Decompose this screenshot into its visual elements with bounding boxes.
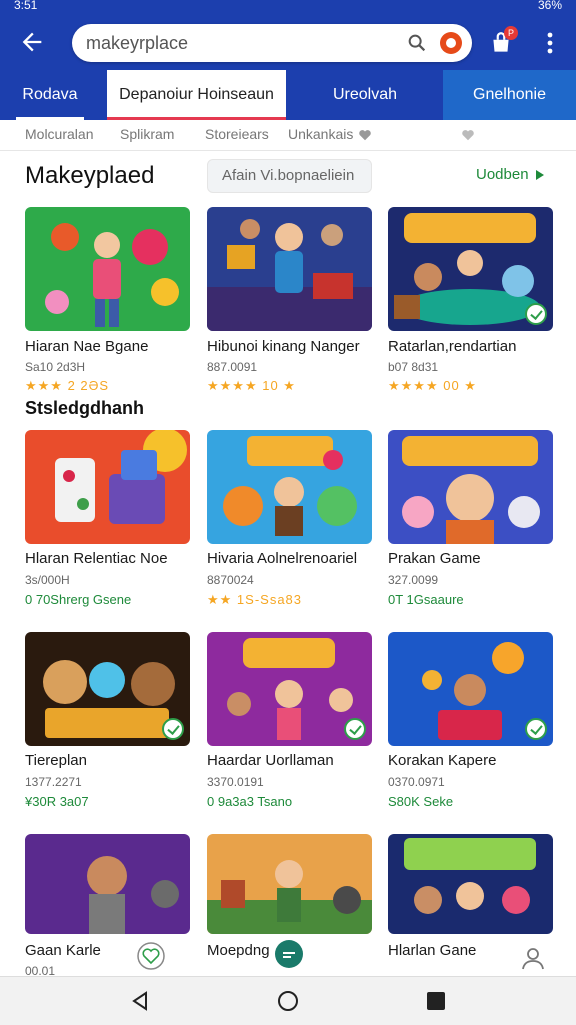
heart-icon[interactable] — [461, 128, 475, 142]
game-thumbnail[interactable] — [388, 207, 553, 331]
game-price: b07 8d31 — [388, 360, 439, 374]
game-title: Hibunoi kinang Nanger — [207, 338, 360, 355]
tab-gnelhonie[interactable]: Gnelhonie — [443, 70, 576, 120]
game-rating: ★★★★ 00 ★ — [388, 378, 477, 393]
game-thumbnail[interactable] — [25, 632, 190, 746]
search-input[interactable]: makeyrplace — [86, 33, 188, 54]
tab-bar: Rodava Depanoiur Hoinseaun Ureolvah Gnel… — [0, 70, 576, 120]
section-subheading: Stsledgdhanh — [25, 398, 145, 418]
filter-row: Molcuralan Splikram Storeiears Unkankais — [0, 120, 576, 151]
section-filter-input[interactable]: Afain Vi.bopnaeliein — [207, 159, 372, 193]
system-nav-bar — [0, 976, 576, 1025]
game-rating: ★★★★ 10 ★ — [207, 378, 296, 393]
game-price: 327.0099 — [388, 573, 439, 587]
favorite-heart-icon[interactable] — [137, 942, 165, 970]
game-thumbnail[interactable] — [207, 430, 372, 544]
game-title: Hlaran Relentiac Noe — [25, 550, 168, 567]
profile-icon[interactable] — [519, 944, 547, 972]
update-link[interactable]: Uodben — [476, 166, 529, 183]
page-title: Makeyplaed — [25, 162, 155, 189]
app-logo-icon — [440, 32, 462, 54]
game-thumbnail[interactable] — [388, 632, 553, 746]
game-price: 8870024 — [207, 573, 254, 587]
game-price: 1377.2271 — [25, 775, 82, 789]
game-rating: 0T 1Gsaaure — [388, 592, 464, 607]
back-arrow-icon[interactable] — [18, 28, 46, 56]
filter-chip[interactable]: Molcuralan — [25, 126, 93, 142]
verified-badge-icon — [525, 303, 547, 325]
verified-badge-icon — [162, 718, 184, 740]
game-rating: ¥30R 3a07 — [25, 794, 89, 809]
filter-placeholder: Afain Vi.bopnaeliein — [222, 167, 355, 184]
heart-icon[interactable] — [358, 128, 372, 142]
game-title: Ratarlan,rendartian — [388, 338, 517, 355]
game-title: Moepdng — [207, 942, 270, 959]
game-thumbnail[interactable] — [388, 430, 553, 544]
game-rating: S80K Seke — [388, 794, 454, 809]
nav-recents-icon[interactable] — [424, 989, 448, 1013]
game-title: Hiaran Nae Bgane — [25, 338, 149, 355]
game-thumbnail[interactable] — [25, 207, 190, 331]
game-price: Sa10 2d3H — [25, 360, 86, 374]
game-thumbnail[interactable] — [388, 834, 553, 934]
game-thumbnail[interactable] — [207, 834, 372, 934]
tab-depanoiur[interactable]: Depanoiur Hoinseaun — [107, 70, 286, 120]
nav-home-icon[interactable] — [276, 989, 300, 1013]
chevron-right-icon — [536, 170, 544, 180]
tab-rodava[interactable]: Rodava — [0, 70, 100, 120]
game-rating: ★★ 1S-Ssa83 — [207, 592, 303, 607]
game-price: 3370.0191 — [207, 775, 264, 789]
filter-chip[interactable]: Storeiears — [205, 126, 269, 142]
game-rating: 0 70Shrerg Gsene — [25, 592, 132, 607]
nav-back-icon[interactable] — [128, 989, 152, 1013]
game-title: Tiereplan — [25, 752, 87, 769]
game-rating: ★★★ 2 2ƏS — [25, 378, 110, 393]
game-thumbnail[interactable] — [25, 430, 190, 544]
game-title: Prakan Game — [388, 550, 481, 567]
app-bar: makeyrplace P — [0, 16, 576, 70]
game-price: 887.0091 — [207, 360, 258, 374]
tab-ureolvah[interactable]: Ureolvah — [300, 70, 430, 120]
verified-badge-icon — [344, 718, 366, 740]
game-title: Haardar Uorllaman — [207, 752, 334, 769]
search-icon[interactable] — [406, 32, 428, 54]
cart-button[interactable]: P — [488, 26, 518, 56]
game-thumbnail[interactable] — [207, 207, 372, 331]
game-thumbnail[interactable] — [25, 834, 190, 934]
status-time: 3:51 — [14, 0, 38, 12]
cart-badge: P — [504, 26, 518, 40]
status-bar: 3:51 36% — [0, 0, 576, 16]
more-vert-icon[interactable] — [540, 30, 560, 56]
game-rating: 0 9a3a3 Tsano — [207, 794, 293, 809]
status-battery: 36% — [537, 0, 562, 12]
verified-badge-icon — [525, 718, 547, 740]
game-title: Korakan Kapere — [388, 752, 497, 769]
search-bar[interactable]: makeyrplace — [72, 24, 472, 62]
game-price: 0370.0971 — [388, 775, 445, 789]
game-thumbnail[interactable] — [207, 632, 372, 746]
chat-fab-icon[interactable] — [275, 940, 303, 968]
game-title: Hivaria Aolnelrenoariel — [207, 550, 358, 567]
game-title: Hlarlan Gane — [388, 942, 477, 959]
game-title: Gaan Karle — [25, 942, 101, 959]
filter-chip[interactable]: Unkankais — [288, 126, 353, 142]
section-header: Makeyplaed Afain Vi.bopnaeliein Uodben — [0, 156, 576, 196]
filter-chip[interactable]: Splikram — [120, 126, 174, 142]
game-price: 3s/000H — [25, 573, 70, 587]
